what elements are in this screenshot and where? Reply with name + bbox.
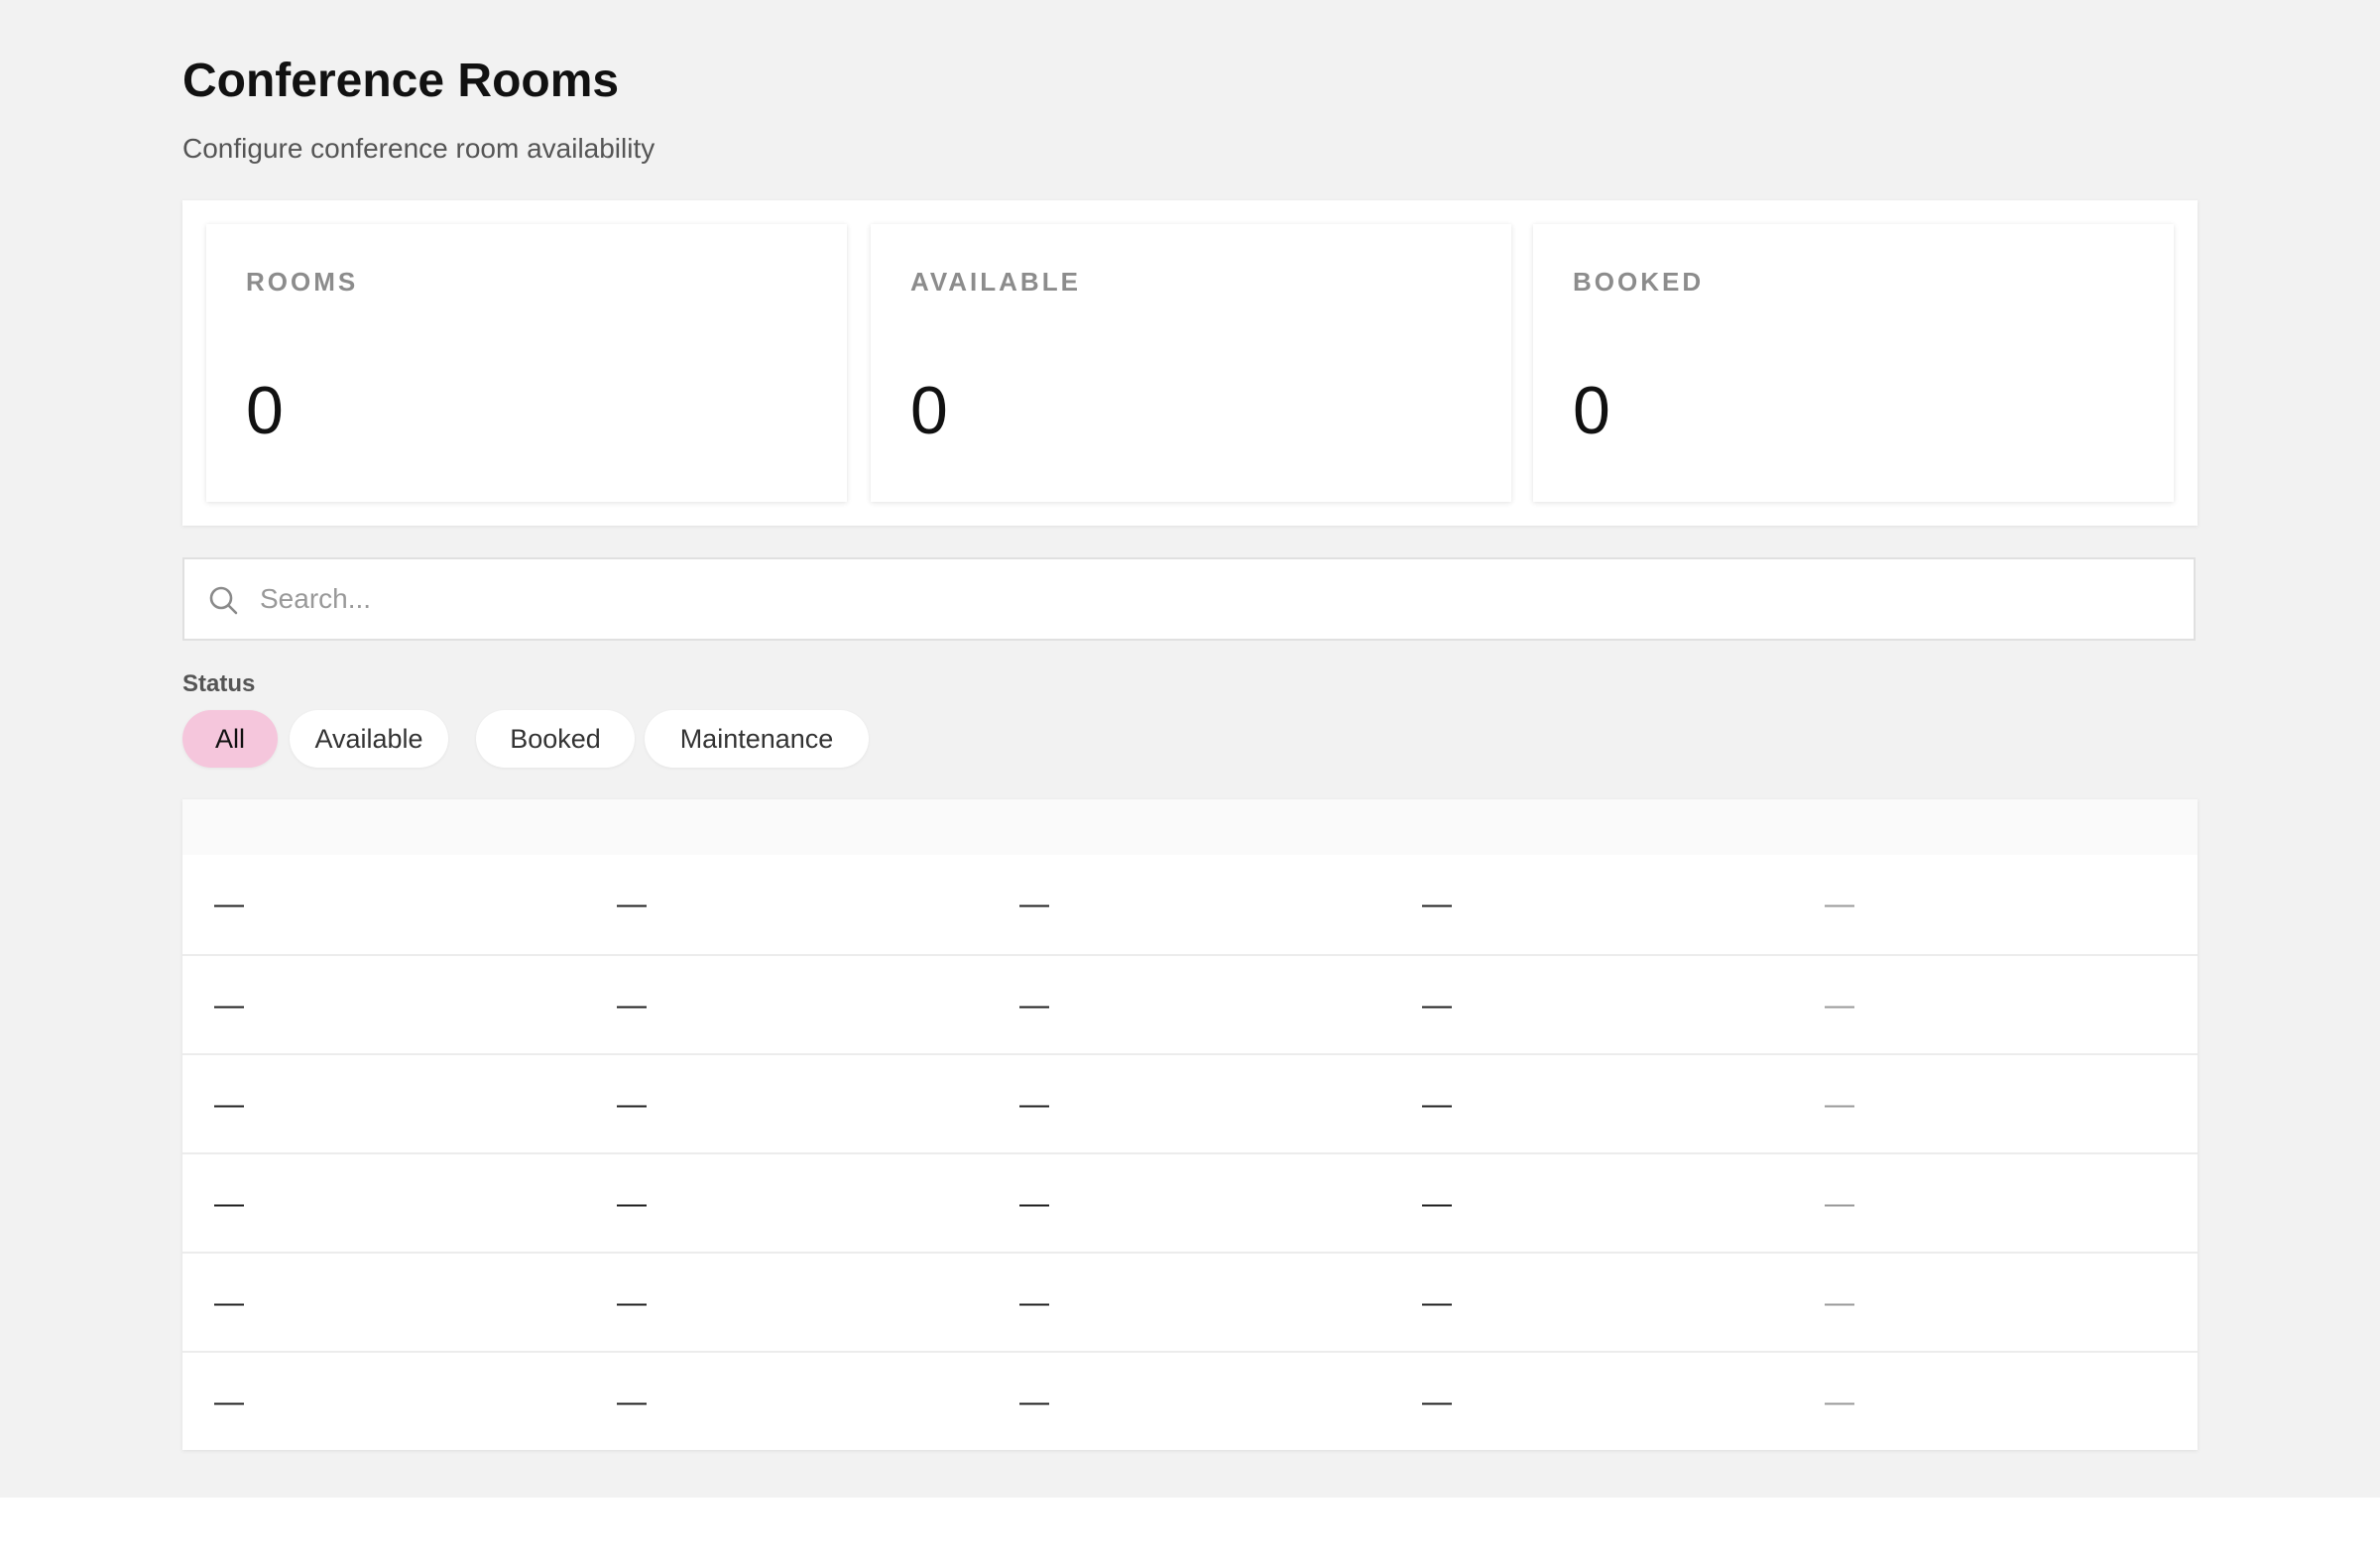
- filter-pill-all[interactable]: All: [182, 710, 278, 768]
- table-row[interactable]: — — — — —: [182, 855, 2198, 954]
- table-cell: —: [1422, 888, 1452, 920]
- table-cell: —: [1019, 888, 1049, 920]
- table-cell: —: [617, 1385, 647, 1418]
- table-cell: —: [1422, 1286, 1452, 1319]
- table-row[interactable]: — — — — —: [182, 1053, 2198, 1152]
- table-cell: —: [617, 1286, 647, 1319]
- stat-value-rooms: 0: [246, 373, 284, 448]
- table-row[interactable]: — — — — —: [182, 1152, 2198, 1252]
- stat-label-booked: BOOKED: [1573, 267, 1705, 297]
- page-background: Conference Rooms Configure conference ro…: [0, 0, 2380, 1498]
- table-cell: —: [1422, 1187, 1452, 1220]
- table-cell: —: [1825, 1088, 1854, 1121]
- table-cell: —: [214, 989, 244, 1022]
- rooms-table: — — — — — — — — — — — — — — — — — — — — …: [182, 799, 2198, 1450]
- table-cell: —: [214, 1187, 244, 1220]
- search-icon: [208, 585, 240, 617]
- table-cell: —: [1422, 1385, 1452, 1418]
- stats-panel: ROOMS 0 AVAILABLE 0 BOOKED 0: [182, 200, 2198, 526]
- page-title: Conference Rooms: [182, 55, 620, 107]
- table-cell: —: [617, 989, 647, 1022]
- table-row[interactable]: — — — — —: [182, 1351, 2198, 1450]
- table-cell: —: [617, 888, 647, 920]
- stat-label-rooms: ROOMS: [246, 267, 359, 297]
- table-cell: —: [1019, 1187, 1049, 1220]
- table-cell: —: [1019, 1088, 1049, 1121]
- table-cell: —: [1825, 1385, 1854, 1418]
- table-cell: —: [1825, 989, 1854, 1022]
- stat-value-booked: 0: [1573, 373, 1610, 448]
- table-cell: —: [617, 1187, 647, 1220]
- table-header: [182, 799, 2198, 855]
- table-cell: —: [1019, 989, 1049, 1022]
- table-cell: —: [1825, 1286, 1854, 1319]
- status-filter-label: Status: [182, 670, 256, 697]
- stat-value-available: 0: [910, 373, 948, 448]
- table-cell: —: [1825, 888, 1854, 920]
- filter-pill-maintenance[interactable]: Maintenance: [645, 710, 869, 768]
- table-cell: —: [1422, 1088, 1452, 1121]
- table-cell: —: [617, 1088, 647, 1121]
- table-row[interactable]: — — — — —: [182, 954, 2198, 1053]
- table-cell: —: [1825, 1187, 1854, 1220]
- page-subtitle: Configure conference room availability: [182, 133, 655, 164]
- stat-card-rooms: ROOMS 0: [206, 224, 847, 502]
- table-cell: —: [1422, 989, 1452, 1022]
- filter-pill-available[interactable]: Available: [290, 710, 448, 768]
- stat-card-booked: BOOKED 0: [1533, 224, 2174, 502]
- table-cell: —: [214, 1286, 244, 1319]
- table-cell: —: [1019, 1385, 1049, 1418]
- table-cell: —: [214, 888, 244, 920]
- stat-label-available: AVAILABLE: [910, 267, 1081, 297]
- search-box: [182, 557, 2196, 641]
- table-cell: —: [214, 1385, 244, 1418]
- table-cell: —: [1019, 1286, 1049, 1319]
- table-row[interactable]: — — — — —: [182, 1252, 2198, 1351]
- search-input[interactable]: [260, 559, 2164, 639]
- filter-pill-booked[interactable]: Booked: [476, 710, 635, 768]
- stat-card-available: AVAILABLE 0: [871, 224, 1511, 502]
- table-cell: —: [214, 1088, 244, 1121]
